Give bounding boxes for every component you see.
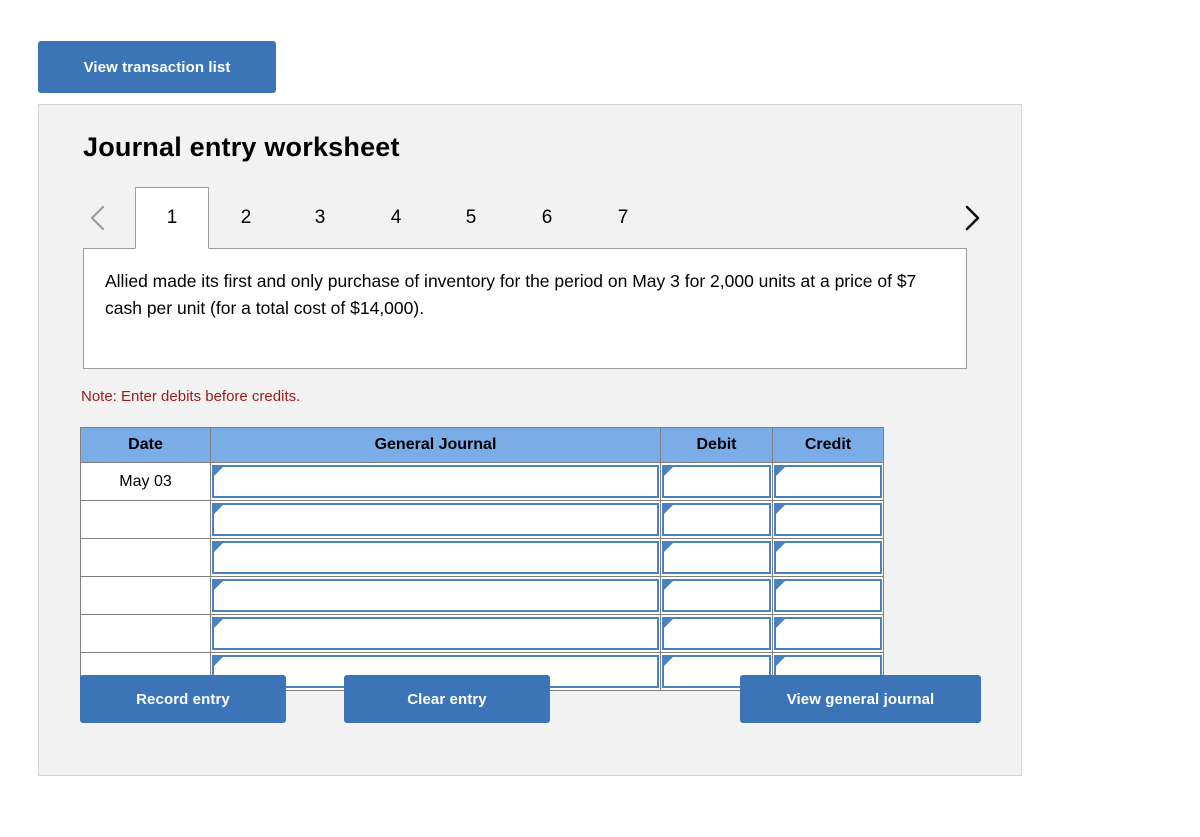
table-row [80, 614, 884, 653]
transaction-prompt-text: Allied made its first and only purchase … [105, 271, 917, 318]
clear-entry-button[interactable]: Clear entry [344, 675, 550, 723]
table-row [80, 576, 884, 615]
cell-general-journal [210, 462, 661, 501]
cell-date[interactable] [80, 614, 211, 653]
worksheet-tab-4[interactable]: 4 [359, 187, 433, 249]
cell-general-journal-input[interactable] [212, 503, 659, 536]
chevron-right-icon[interactable] [957, 199, 985, 237]
column-header-date: Date [80, 427, 211, 463]
cell-debit [660, 500, 773, 539]
cell-credit [772, 538, 884, 577]
cell-date[interactable] [80, 576, 211, 615]
chevron-left-icon[interactable] [83, 199, 111, 237]
cell-debit [660, 538, 773, 577]
page-root: View transaction list Journal entry work… [0, 0, 1200, 837]
cell-credit [772, 462, 884, 501]
cell-general-journal [210, 538, 661, 577]
journal-entry-table: Date General Journal Debit Credit May 03 [80, 427, 884, 691]
table-header-row: Date General Journal Debit Credit [80, 427, 884, 463]
worksheet-tab-3[interactable]: 3 [283, 187, 357, 249]
cell-debit [660, 614, 773, 653]
cell-general-journal [210, 500, 661, 539]
worksheet-tab-1[interactable]: 1 [135, 187, 209, 249]
table-row: May 03 [80, 462, 884, 501]
view-general-journal-button[interactable]: View general journal [740, 675, 981, 723]
cell-debit-input[interactable] [662, 503, 771, 536]
journal-entry-worksheet-panel: Journal entry worksheet 1234567 Allied m… [38, 104, 1022, 776]
table-row [80, 538, 884, 577]
table-header: Date General Journal Debit Credit [80, 427, 884, 463]
cell-credit-input[interactable] [774, 465, 882, 498]
cell-general-journal-input[interactable] [212, 541, 659, 574]
cell-credit [772, 576, 884, 615]
debits-before-credits-note: Note: Enter debits before credits. [81, 388, 301, 405]
cell-debit [660, 576, 773, 615]
cell-debit-input[interactable] [662, 541, 771, 574]
cell-debit [660, 462, 773, 501]
column-header-debit: Debit [660, 427, 773, 463]
worksheet-tabs: 1234567 [83, 187, 983, 250]
worksheet-tab-7[interactable]: 7 [586, 187, 660, 249]
table-body: May 03 [80, 462, 884, 691]
cell-general-journal [210, 614, 661, 653]
cell-general-journal-input[interactable] [212, 579, 659, 612]
record-entry-button[interactable]: Record entry [80, 675, 286, 723]
column-header-general-journal: General Journal [210, 427, 661, 463]
cell-credit-input[interactable] [774, 579, 882, 612]
cell-general-journal [210, 576, 661, 615]
cell-date[interactable] [80, 500, 211, 539]
worksheet-tab-5[interactable]: 5 [434, 187, 508, 249]
cell-credit-input[interactable] [774, 503, 882, 536]
page-title: Journal entry worksheet [83, 132, 400, 162]
worksheet-tab-6[interactable]: 6 [510, 187, 584, 249]
view-transaction-list-button[interactable]: View transaction list [38, 41, 276, 93]
cell-date[interactable] [80, 538, 211, 577]
cell-credit-input[interactable] [774, 541, 882, 574]
worksheet-tab-2[interactable]: 2 [209, 187, 283, 249]
cell-credit [772, 614, 884, 653]
cell-general-journal-input[interactable] [212, 465, 659, 498]
cell-debit-input[interactable] [662, 465, 771, 498]
cell-date[interactable]: May 03 [80, 462, 211, 501]
cell-credit [772, 500, 884, 539]
column-header-credit: Credit [772, 427, 884, 463]
cell-debit-input[interactable] [662, 579, 771, 612]
transaction-prompt-box: Allied made its first and only purchase … [83, 248, 967, 369]
cell-credit-input[interactable] [774, 617, 882, 650]
cell-debit-input[interactable] [662, 617, 771, 650]
cell-general-journal-input[interactable] [212, 617, 659, 650]
table-row [80, 500, 884, 539]
